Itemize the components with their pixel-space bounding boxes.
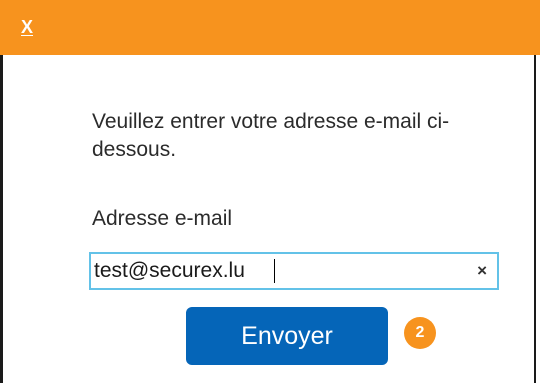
dialog-frame-right bbox=[534, 55, 536, 383]
email-field[interactable]: × bbox=[89, 252, 499, 290]
email-dialog: X Veuillez entrer votre adresse e-mail c… bbox=[0, 0, 540, 383]
close-icon[interactable]: X bbox=[21, 17, 33, 37]
step-number-badge: 2 bbox=[404, 317, 436, 349]
instructions-text: Veuillez entrer votre adresse e-mail ci-… bbox=[92, 110, 450, 161]
dialog-frame-left bbox=[0, 55, 3, 383]
text-caret bbox=[274, 259, 275, 283]
email-label: Adresse e-mail bbox=[92, 207, 233, 230]
clear-icon[interactable]: × bbox=[477, 260, 487, 282]
submit-button[interactable]: Envoyer bbox=[186, 307, 388, 365]
dialog-titlebar: X bbox=[0, 0, 540, 55]
